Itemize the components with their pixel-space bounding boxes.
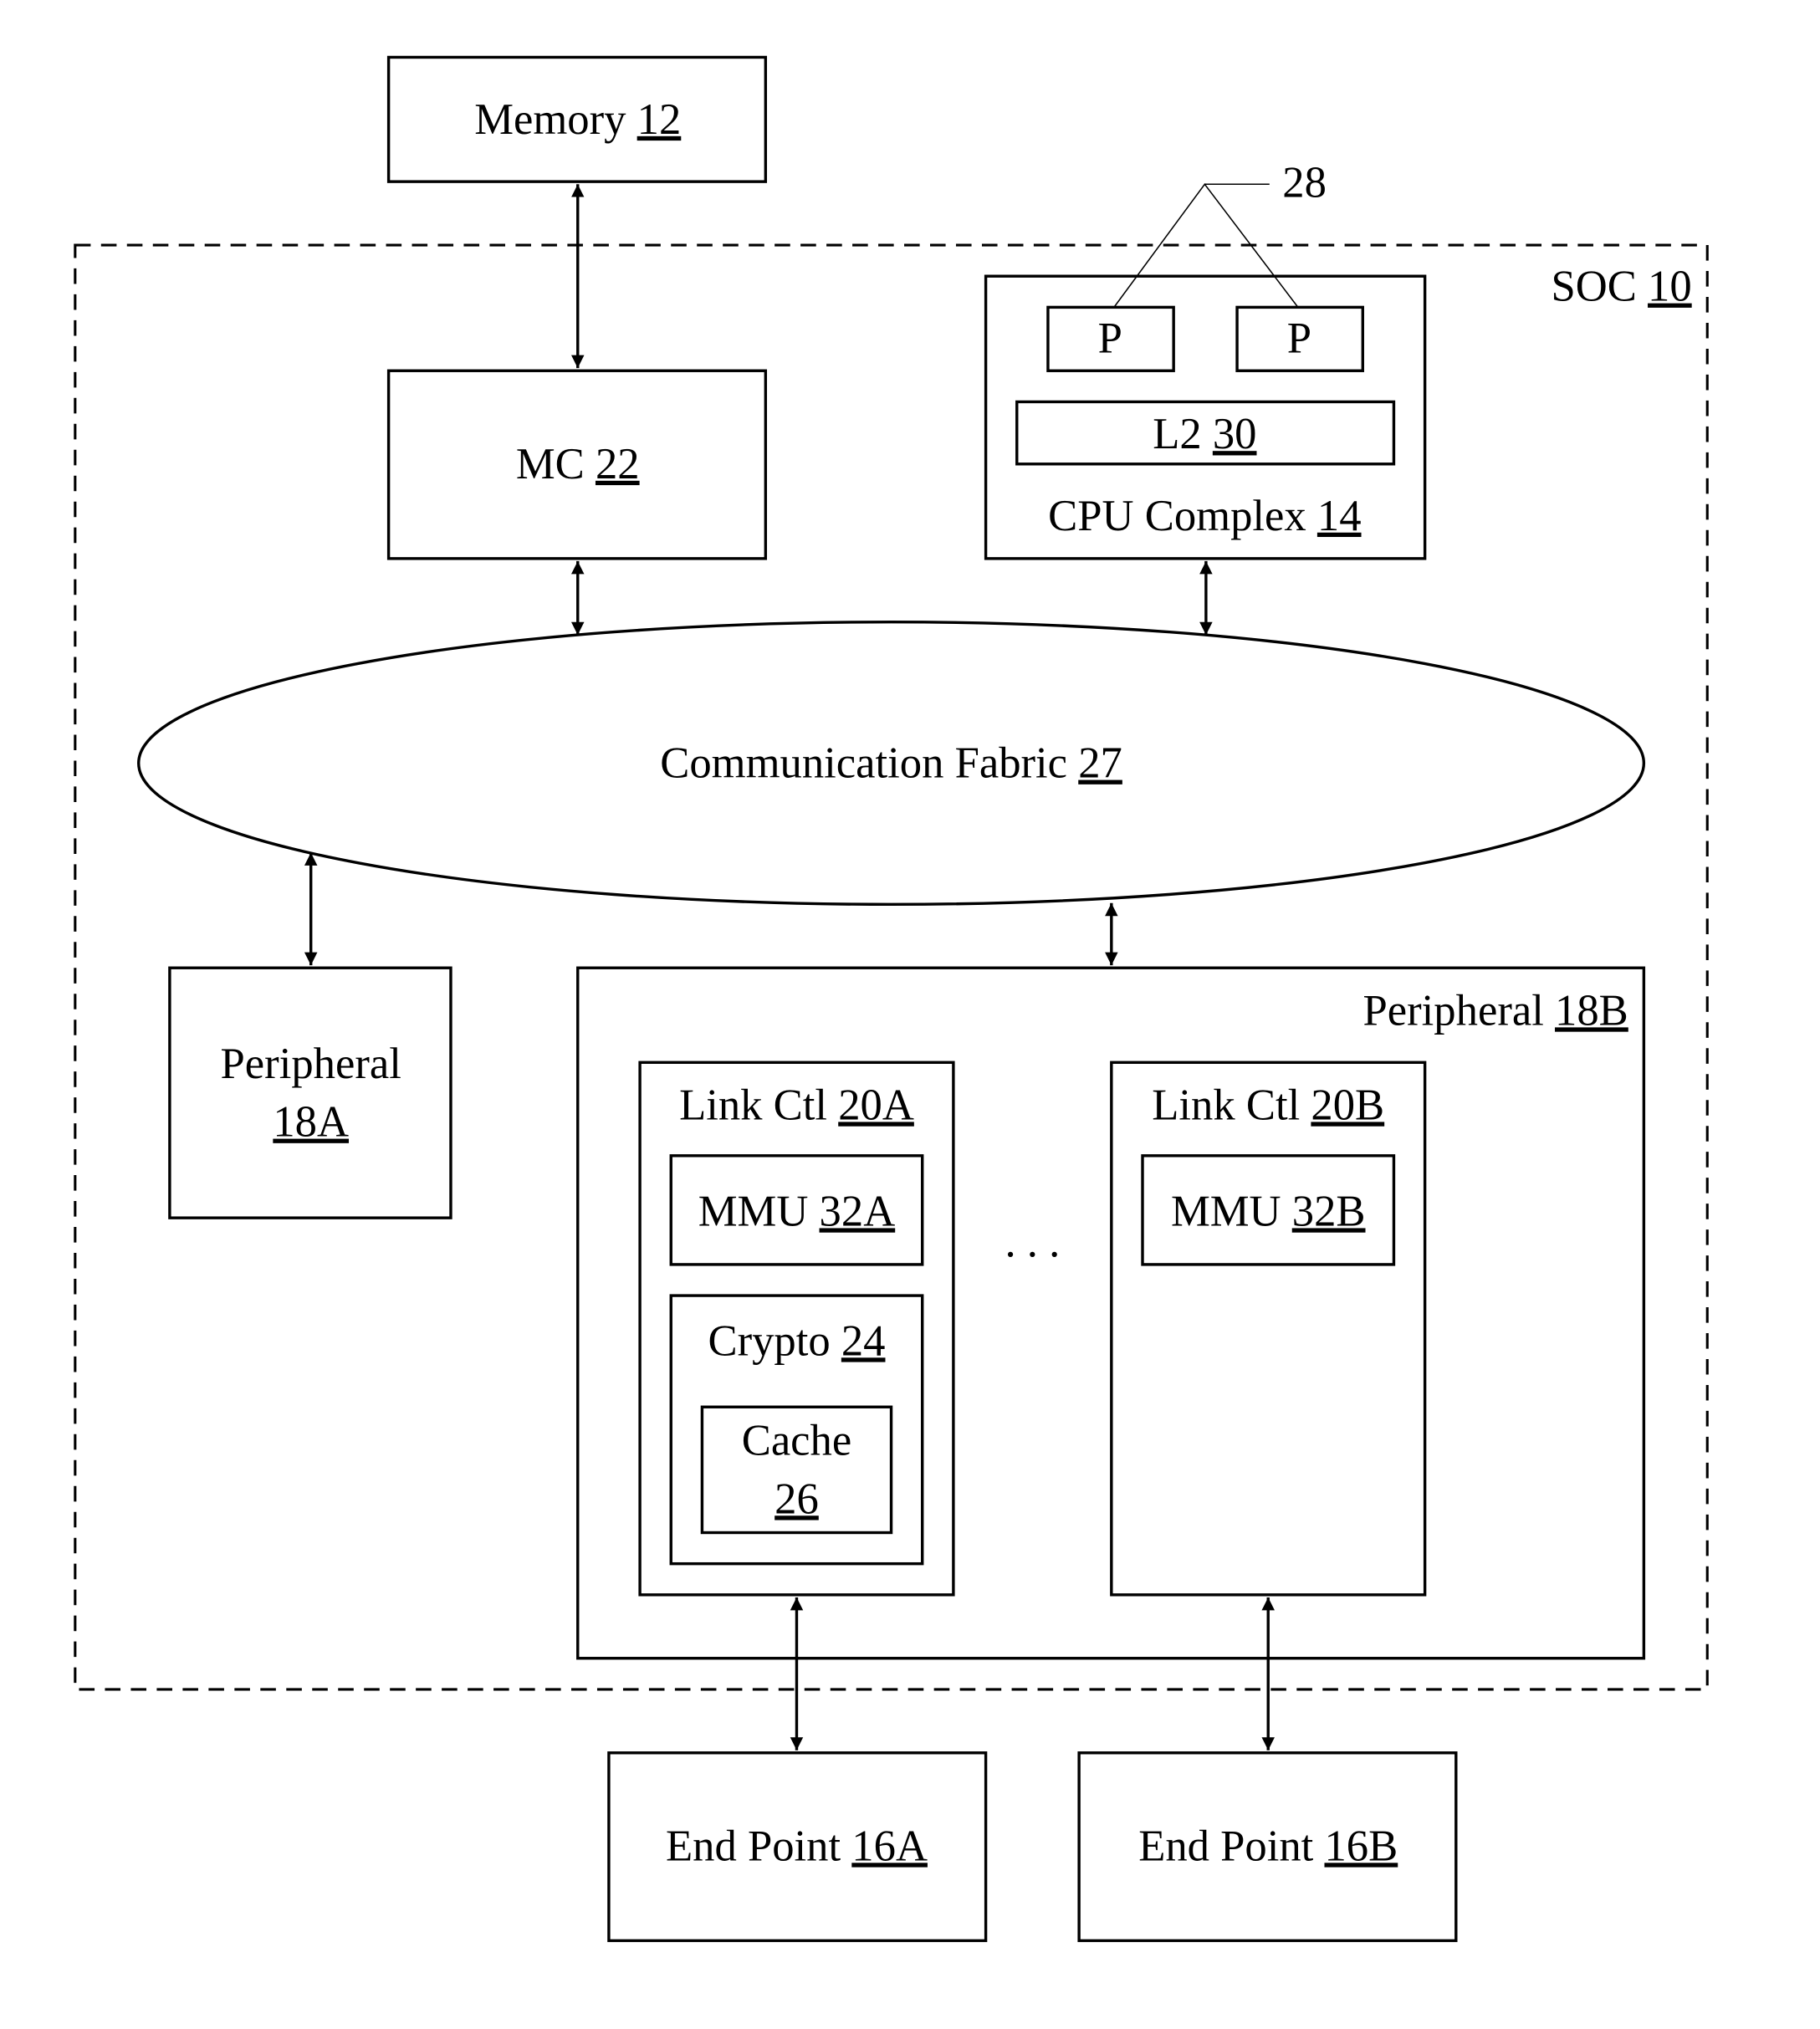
link-ctl-a-block[interactable]: Link Ctl 20A MMU 32A Crypto 24 Cache 26 — [638, 1060, 955, 1597]
peripheral-b-label: Peripheral 18B — [1363, 986, 1628, 1035]
memory-label: Memory 12 — [474, 95, 681, 144]
peripheral-a-block[interactable]: Peripheral 18A — [168, 966, 452, 1219]
processor-label-1: P — [1098, 314, 1122, 363]
soc-label: SOC 10 — [1551, 263, 1691, 311]
mmu-b-label: MMU 32B — [1171, 1187, 1366, 1235]
link-ctl-a-label: Link Ctl 20A — [679, 1081, 914, 1129]
processor-label-2: P — [1287, 314, 1311, 363]
l2-label: L2 30 — [1153, 410, 1256, 458]
peripheral-a-name: Peripheral — [221, 1040, 401, 1088]
link-ctl-b-label: Link Ctl 20B — [1152, 1081, 1384, 1129]
cache-name: Cache — [742, 1417, 852, 1465]
mc-label: MC 22 — [516, 440, 640, 488]
endpoint-b-block[interactable]: End Point 16B — [1077, 1751, 1458, 1943]
endpoint-a-block[interactable]: End Point 16A — [607, 1751, 988, 1943]
peripheral-a-ref: 18A — [273, 1098, 349, 1147]
cache-ref: 26 — [775, 1474, 819, 1523]
ellipsis: . . . — [1005, 1219, 1060, 1267]
soc-block-diagram: SOC 10 Memory 12 MC 22 P P L2 30 CPU Com… — [74, 55, 1709, 1943]
cpu-complex-block[interactable]: P P L2 30 CPU Complex 14 — [984, 274, 1427, 560]
processor-ref-label: 28 — [1282, 159, 1327, 207]
cpu-complex-label: CPU Complex 14 — [1048, 492, 1361, 540]
endpoint-b-label: End Point 16B — [1138, 1822, 1398, 1870]
mmu-a-label: MMU 32A — [698, 1187, 895, 1235]
communication-fabric[interactable]: Communication Fabric 27 — [137, 621, 1646, 907]
endpoint-a-label: End Point 16A — [666, 1822, 928, 1870]
fabric-label: Communication Fabric 27 — [660, 739, 1122, 788]
crypto-label: Crypto 24 — [708, 1316, 885, 1365]
mc-block[interactable]: MC 22 — [386, 369, 768, 560]
link-ctl-b-block[interactable]: Link Ctl 20B MMU 32B — [1110, 1060, 1427, 1597]
memory-block[interactable]: Memory 12 — [386, 55, 768, 183]
